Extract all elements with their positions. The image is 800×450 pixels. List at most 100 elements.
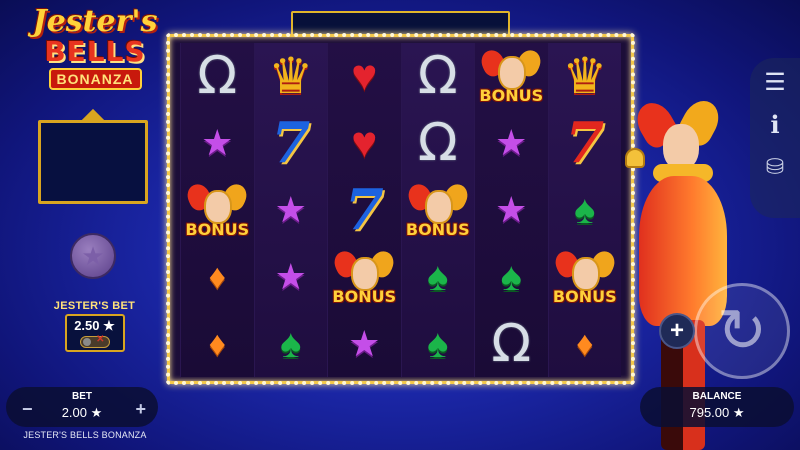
star-symbol-icon: ★: [201, 122, 234, 164]
reel-cell: ★: [255, 177, 328, 244]
side-menu: ☰ i ⛁: [750, 58, 800, 218]
jesters-bet-panel: JESTER'S BET 2.50 ★ ✕: [52, 300, 137, 352]
star-symbol-icon: ★: [274, 188, 307, 230]
reel-cell: BONUS: [181, 177, 254, 244]
spade-symbol-icon: ♠: [427, 321, 449, 366]
toggle-off-icon: ✕: [96, 334, 105, 345]
heart-symbol-icon: ♥: [351, 118, 378, 168]
bell-icon: [625, 148, 645, 168]
bet-control: − BET 2.00 ★ +: [6, 387, 158, 427]
plus-icon: +: [669, 317, 684, 344]
logo-line-3: BONANZA: [48, 68, 142, 90]
spin-icon: ↻: [716, 297, 768, 364]
reel-cell: ★: [475, 110, 548, 177]
balance-value: 795.00 ★: [689, 405, 745, 420]
spade-symbol-icon: ♠: [574, 187, 596, 232]
diamond-symbol-icon: ♦: [208, 324, 226, 363]
crown-symbol-icon: ♛: [268, 48, 314, 105]
seven-blue-symbol-icon: 7: [344, 176, 384, 243]
feature-panel: [38, 120, 148, 204]
coins-icon[interactable]: ⛁: [766, 154, 784, 180]
reel-cell: Ω: [475, 310, 548, 377]
bonus-jester-symbol: BONUS: [551, 247, 619, 305]
diamond-symbol-icon: ♦: [208, 257, 226, 296]
reels-grid: Ω ★ BONUS ♦ ♦ ♛ 7 ★ ★ ♠ ♥ ♥ 7 BONUS ★ Ω Ω BONUS ♠ ♠ BONUS ★ ★ ♠…: [180, 43, 621, 377]
reel-cell: ♠: [402, 310, 475, 377]
reel-4: Ω Ω BONUS ♠ ♠: [400, 43, 475, 377]
bonus-jester-symbol: BONUS: [330, 247, 398, 305]
logo-line-2: BELLS: [44, 35, 146, 68]
horseshoe-symbol-icon: Ω: [417, 113, 458, 174]
star-symbol-icon: ★: [495, 122, 528, 164]
bonus-jester-symbol: BONUS: [404, 180, 472, 238]
diamond-symbol-icon: ♦: [576, 324, 594, 363]
bet-increase-button[interactable]: +: [135, 399, 146, 420]
reel-cell: ♠: [255, 310, 328, 377]
jesters-bet-box: 2.50 ★ ✕: [64, 314, 125, 352]
star-bet-button[interactable]: ★: [70, 233, 116, 279]
game-name: JESTER'S BELLS BONANZA: [23, 430, 147, 440]
reel-cell: ♠: [475, 243, 548, 310]
star-symbol-icon: ★: [274, 255, 307, 297]
star-symbol-icon: ★: [495, 188, 528, 230]
balance-label: BALANCE: [692, 391, 742, 402]
reel-cell: ♠: [402, 243, 475, 310]
spin-button[interactable]: ↻: [694, 283, 790, 379]
jester-face-icon: [183, 180, 251, 228]
reel-1: Ω ★ BONUS ♦ ♦: [180, 43, 254, 377]
jesters-bet-title: JESTER'S BET: [53, 300, 136, 312]
spade-symbol-icon: ♠: [427, 254, 449, 299]
horseshoe-symbol-icon: Ω: [491, 313, 532, 374]
balance-display: BALANCE 795.00 ★: [640, 387, 794, 427]
reel-cell: ★: [475, 177, 548, 244]
reel-6: ♛ 7 ♠ BONUS ♦: [547, 43, 622, 377]
reel-cell: BONUS: [328, 243, 401, 310]
reel-3: ♥ ♥ 7 BONUS ★: [327, 43, 401, 377]
hamburger-menu-icon[interactable]: ☰: [764, 70, 786, 96]
reel-cell: 7: [549, 110, 622, 177]
star-icon: ★: [81, 240, 105, 271]
horseshoe-symbol-icon: Ω: [197, 46, 238, 107]
reel-5: BONUS ★ ★ ♠ Ω: [474, 43, 548, 377]
spade-symbol-icon: ♠: [500, 254, 522, 299]
reel-cell: ♥: [328, 110, 401, 177]
toggle-knob: [82, 338, 91, 346]
reel-cell: BONUS: [549, 243, 622, 310]
spade-symbol-icon: ♠: [280, 321, 302, 366]
reel-cell: ♦: [181, 243, 254, 310]
jester-face-icon: [477, 46, 545, 94]
reel-cell: ♛: [549, 43, 622, 110]
info-icon[interactable]: i: [770, 112, 779, 138]
reel-cell: ♛: [255, 43, 328, 110]
reel-2: ♛ 7 ★ ★ ♠: [253, 43, 328, 377]
jester-face-icon: [551, 247, 619, 295]
plus-button[interactable]: +: [659, 313, 695, 349]
reel-cell: BONUS: [475, 43, 548, 110]
reel-cell: ♥: [328, 43, 401, 110]
game-logo: Jester's BELLS BONANZA: [30, 6, 160, 90]
reel-cell: ♠: [549, 177, 622, 244]
reel-cell: ★: [328, 310, 401, 377]
heart-symbol-icon: ♥: [351, 51, 378, 101]
reel-cell: 7: [328, 177, 401, 244]
reel-cell: ★: [255, 243, 328, 310]
seven-blue-symbol-icon: 7: [271, 110, 311, 177]
star-symbol-icon: ★: [348, 322, 381, 364]
reel-cell: BONUS: [402, 177, 475, 244]
reel-cell: ♦: [181, 310, 254, 377]
reel-cell: ★: [181, 110, 254, 177]
bonus-jester-symbol: BONUS: [183, 180, 251, 238]
jester-face-icon: [404, 180, 472, 228]
reel-cell: Ω: [402, 110, 475, 177]
reel-cell: Ω: [402, 43, 475, 110]
reel-cell: ♦: [549, 310, 622, 377]
bonus-jester-symbol: BONUS: [477, 46, 545, 104]
reel-cell: Ω: [181, 43, 254, 110]
jesters-bet-toggle[interactable]: ✕: [79, 334, 110, 348]
crown-symbol-icon: ♛: [562, 48, 608, 105]
reel-cell: 7: [255, 110, 328, 177]
seven-red-symbol-icon: 7: [565, 110, 605, 177]
jesters-bet-value: 2.50 ★: [74, 318, 115, 333]
logo-line-1: Jester's: [32, 4, 158, 39]
reels-frame: Ω ★ BONUS ♦ ♦ ♛ 7 ★ ★ ♠ ♥ ♥ 7 BONUS ★ Ω Ω BONUS ♠ ♠ BONUS ★ ★ ♠…: [166, 33, 635, 385]
